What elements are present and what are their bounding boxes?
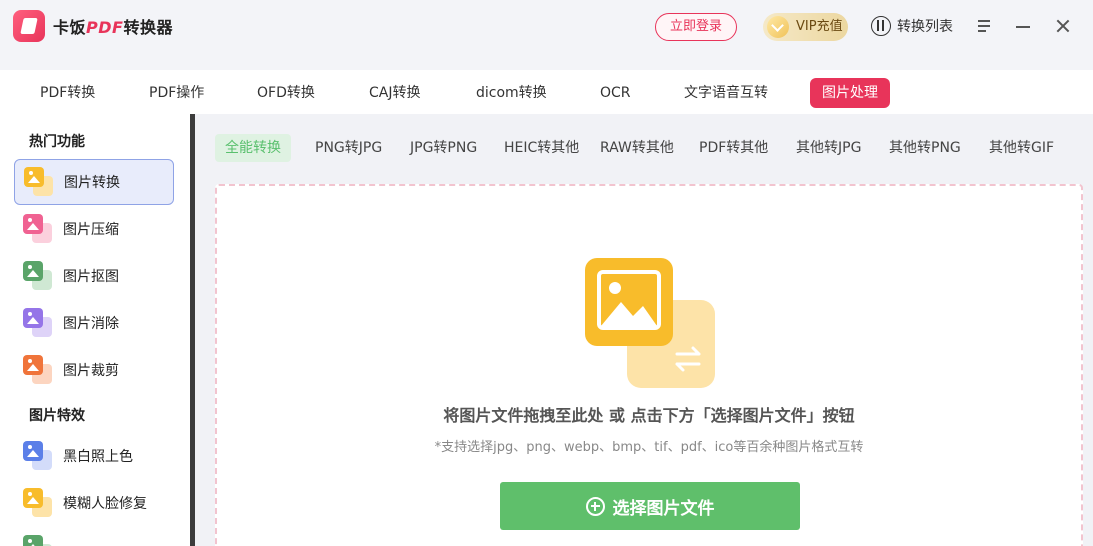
main-content: 全能转换 PNG转JPG JPG转PNG HEIC转其他 RAW转其他 PDF转… [195,114,1093,546]
tab-caj-convert[interactable]: CAJ转换 [357,78,432,108]
drop-hint: 将图片文件拖拽至此处 或 点击下方「选择图片文件」按钮 [443,406,855,425]
sidebar-item-image-cutout[interactable]: 图片抠图 [14,253,174,299]
tab-ofd-convert[interactable]: OFD转换 [245,78,327,108]
subtab-raw-to-other[interactable]: RAW转其他 [590,134,684,162]
sidebar-item-image-convert[interactable]: 图片转换 [14,159,174,205]
group-title-hot: 热门功能 [29,134,85,150]
convert-list-icon [871,16,891,36]
image-erase-icon [23,308,53,338]
tab-pdf-operate[interactable]: PDF操作 [137,78,216,108]
image-effect-icon [23,535,53,546]
tab-text-speech[interactable]: 文字语音互转 [672,78,780,108]
plus-circle-icon [585,496,605,516]
menu-icon[interactable] [975,16,995,36]
face-restore-icon [23,488,53,518]
image-crop-icon [23,355,53,385]
supported-formats: *支持选择jpg、png、webp、bmp、tif、pdf、ico等百余种图片格… [434,440,864,455]
subtab-other-to-gif[interactable]: 其他转GIF [979,134,1064,162]
close-icon[interactable] [1053,16,1073,36]
tab-pdf-convert[interactable]: PDF转换 [28,78,107,108]
subtab-all-convert[interactable]: 全能转换 [215,134,291,162]
sidebar: 热门功能 图片转换 图片压缩 图片抠图 图片消除 图片裁剪 图片特效 黑白照上色… [0,114,190,546]
subtab-jpg-to-png[interactable]: JPG转PNG [400,134,487,162]
vip-crown-icon [767,16,789,38]
choose-image-button[interactable]: 选择图片文件 [500,482,800,530]
login-button[interactable]: 立即登录 [655,13,737,41]
sidebar-item-face-restore[interactable]: 模糊人脸修复 [14,480,174,526]
image-compress-icon [23,214,53,244]
convert-list-button[interactable]: 转换列表 [871,16,953,36]
main-tabs: PDF转换 PDF操作 OFD转换 CAJ转换 dicom转换 OCR 文字语音… [0,70,1093,114]
colorize-icon [23,441,53,471]
minimize-icon[interactable] [1013,16,1033,36]
tab-ocr[interactable]: OCR [588,78,643,108]
vip-recharge-button[interactable]: VIP充值 [763,13,848,41]
sidebar-item-colorize[interactable]: 黑白照上色 [14,433,174,479]
image-cutout-icon [23,261,53,291]
subtab-png-to-jpg[interactable]: PNG转JPG [305,134,392,162]
sidebar-item-image-erase[interactable]: 图片消除 [14,300,174,346]
sidebar-item-image-compress[interactable]: 图片压缩 [14,206,174,252]
tab-image-process[interactable]: 图片处理 [810,78,890,108]
subtab-other-to-jpg[interactable]: 其他转JPG [786,134,871,162]
sidebar-item-partial[interactable] [14,527,174,546]
image-convert-large-icon [585,258,717,390]
app-name: 卡饭PDF转换器 [53,18,173,37]
tab-dicom-convert[interactable]: dicom转换 [464,78,559,108]
app-logo-icon [13,10,45,42]
subtab-heic-to-other[interactable]: HEIC转其他 [494,134,589,162]
title-bar: 卡饭PDF转换器 立即登录 VIP充值 转换列表 [0,0,1093,70]
drop-zone[interactable]: 将图片文件拖拽至此处 或 点击下方「选择图片文件」按钮 *支持选择jpg、png… [215,184,1083,546]
sidebar-item-image-crop[interactable]: 图片裁剪 [14,347,174,393]
group-title-effects: 图片特效 [29,408,85,424]
subtab-pdf-to-other[interactable]: PDF转其他 [689,134,778,162]
subtab-other-to-png[interactable]: 其他转PNG [879,134,971,162]
image-convert-icon [24,167,54,197]
